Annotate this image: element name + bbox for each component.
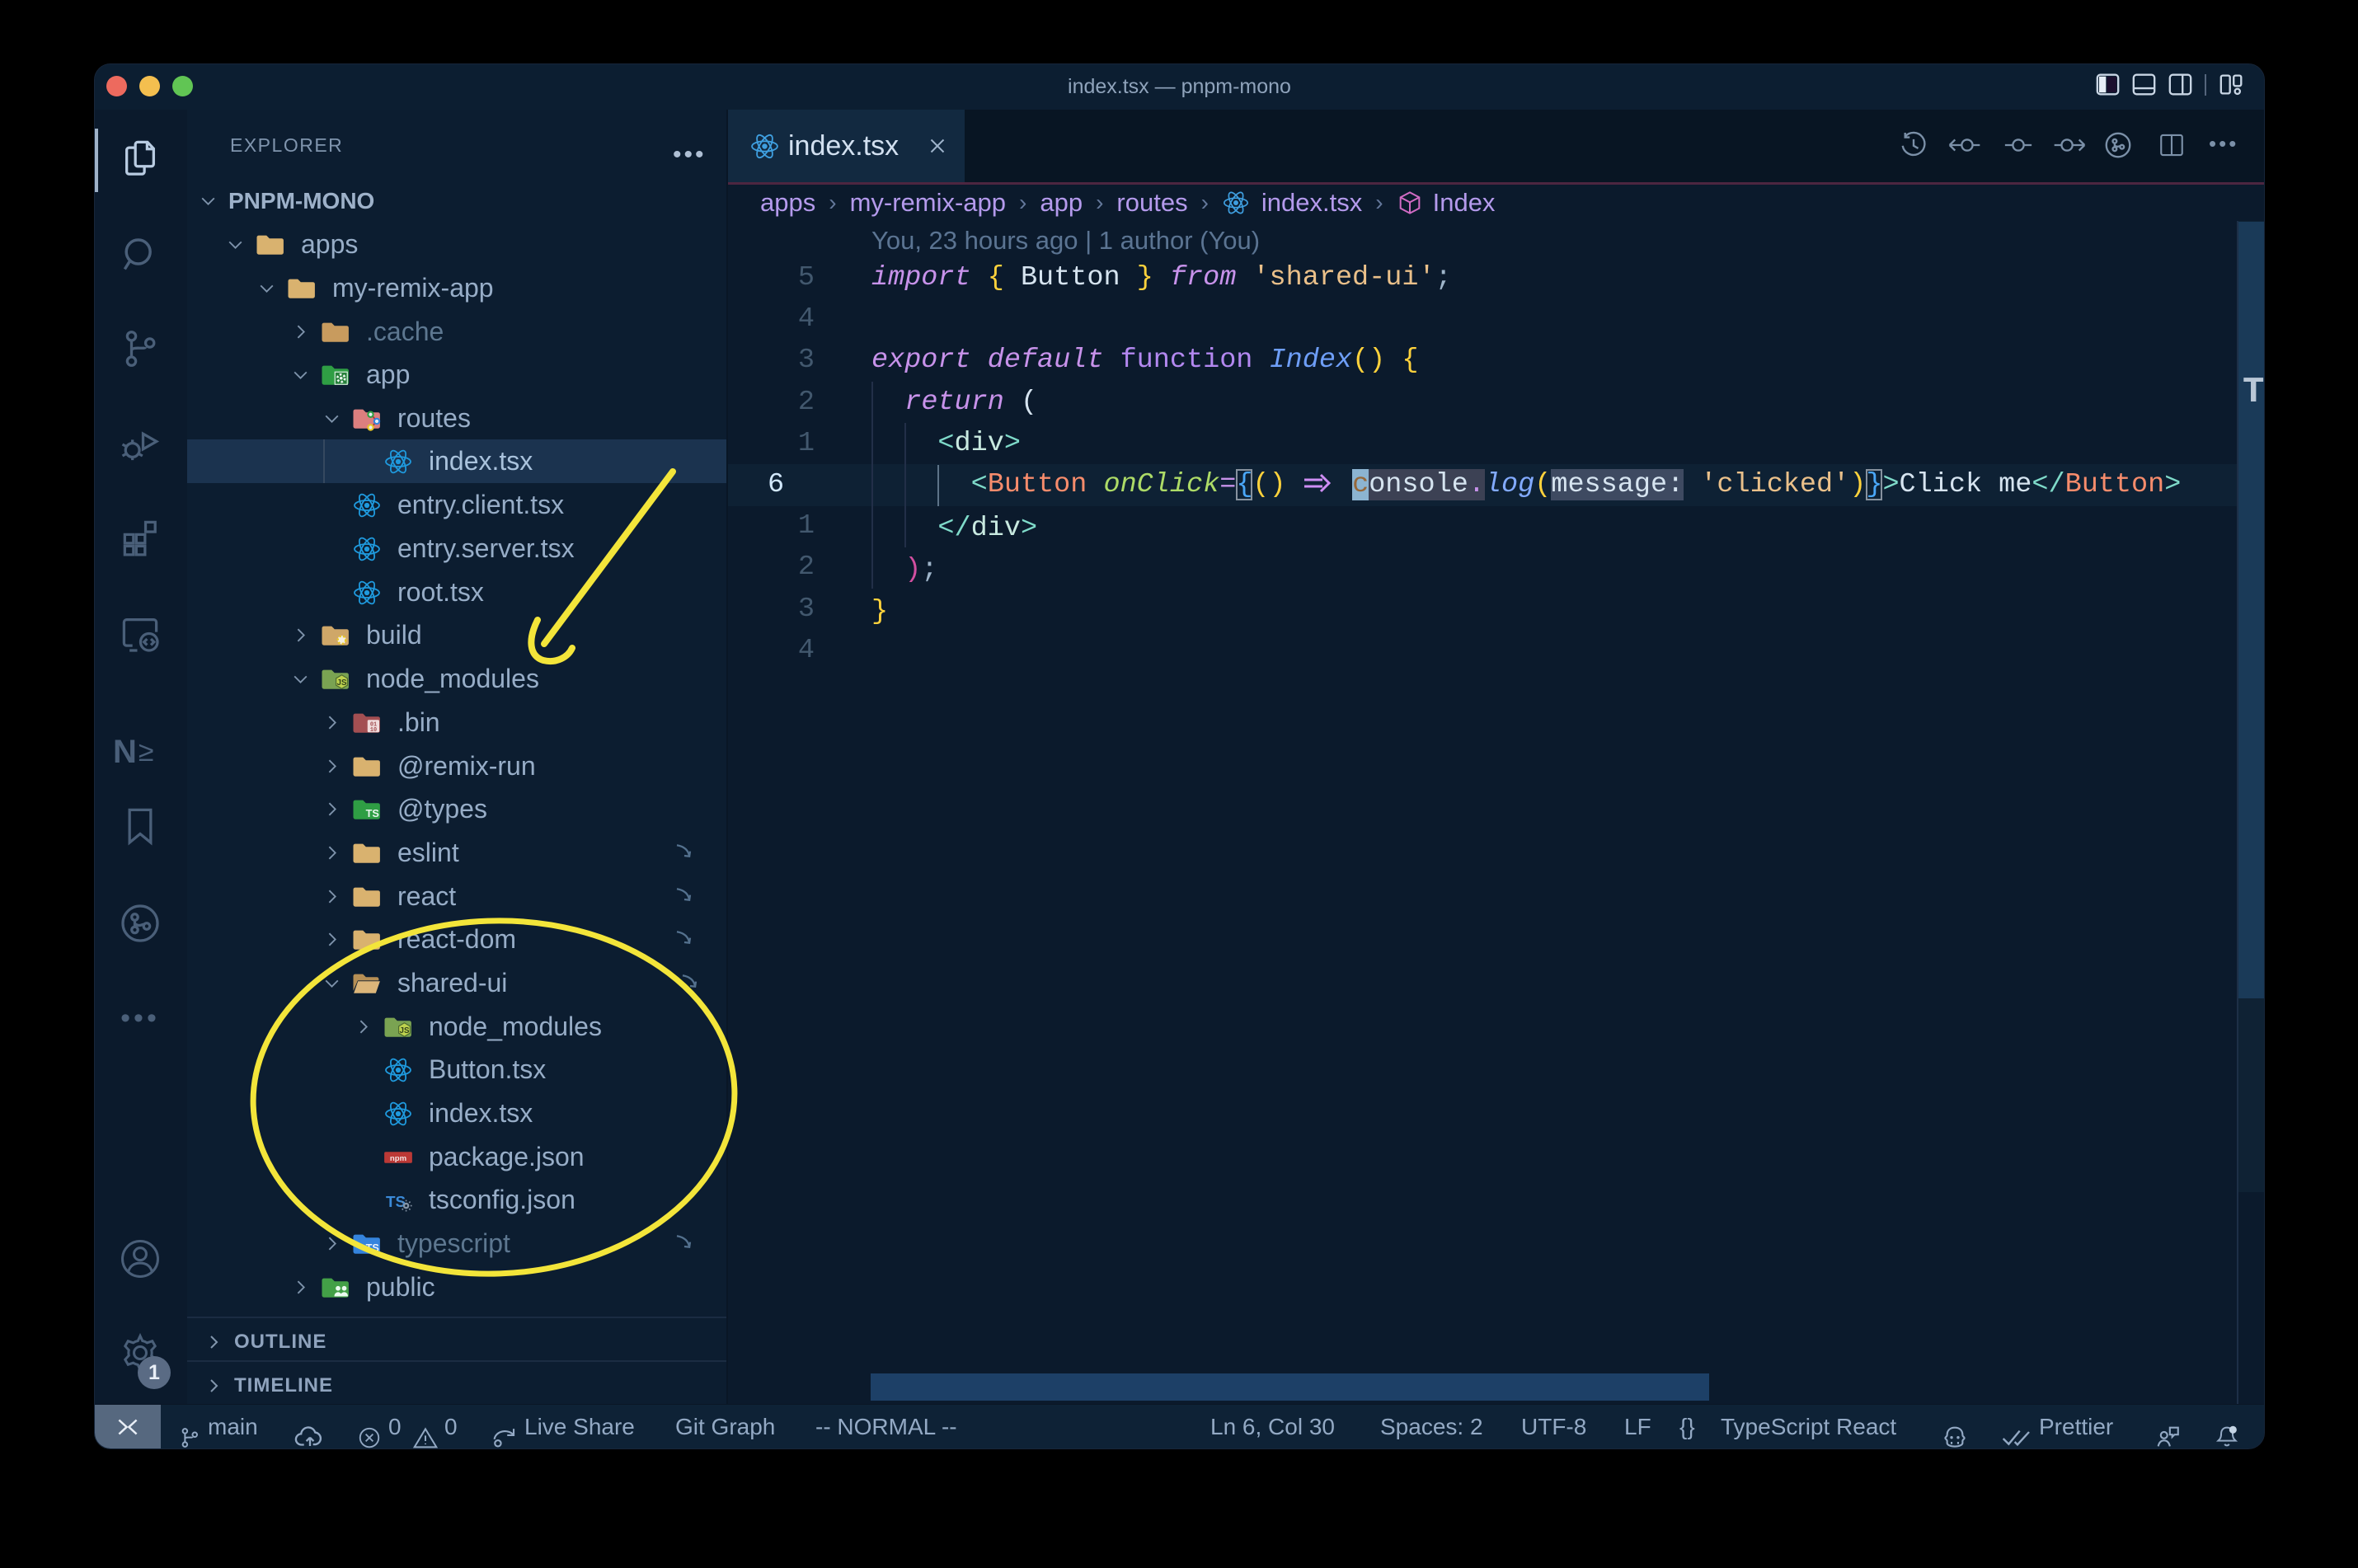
svg-text:10: 10 — [370, 726, 377, 733]
svg-text:JS: JS — [400, 1026, 410, 1035]
svg-text:TS: TS — [366, 807, 379, 819]
svg-text:npm: npm — [390, 1153, 406, 1162]
svg-text:TS: TS — [366, 1242, 379, 1254]
svg-text:JS: JS — [337, 678, 347, 687]
